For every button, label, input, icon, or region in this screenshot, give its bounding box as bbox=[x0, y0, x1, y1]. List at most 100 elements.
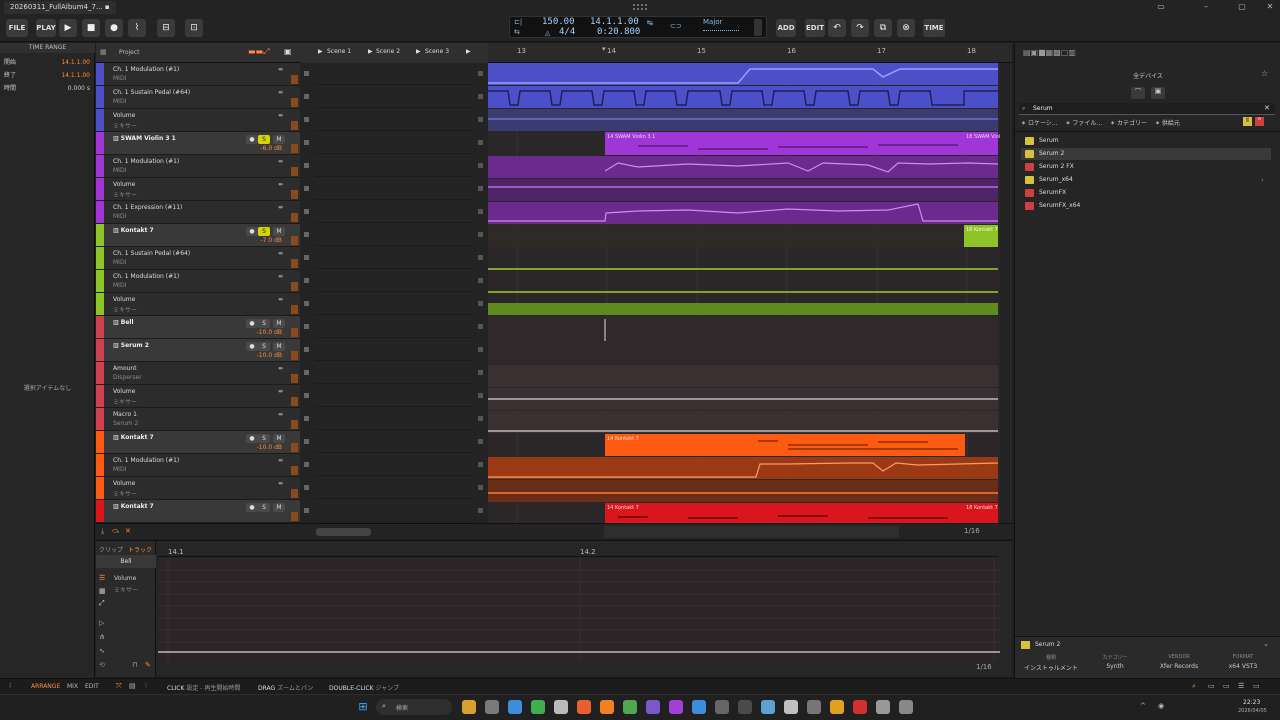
track-tab[interactable]: トラック bbox=[128, 545, 152, 554]
clip-stop-button[interactable] bbox=[304, 393, 309, 398]
swam-mod-lane[interactable] bbox=[488, 156, 998, 178]
record-icon[interactable]: ● bbox=[105, 19, 123, 37]
orange-mod-lane[interactable] bbox=[488, 457, 998, 479]
scene-stop-button[interactable] bbox=[478, 324, 483, 329]
record-arm-button[interactable]: ● bbox=[246, 227, 258, 236]
copy-icon[interactable]: ⧉ bbox=[874, 19, 892, 37]
automation-lane-header[interactable]: Ch. 1 Modulation (#1) MIDI ⇹ bbox=[96, 270, 300, 293]
mode-arrange[interactable]: ARRANGE bbox=[31, 683, 60, 690]
range-start-row[interactable]: 開始 14.1.1.00 bbox=[4, 57, 92, 68]
clip-stop-button[interactable] bbox=[304, 347, 309, 352]
scene-stop-button[interactable] bbox=[478, 301, 483, 306]
solo-button[interactable]: S bbox=[258, 227, 270, 236]
clip-slot[interactable] bbox=[315, 63, 473, 85]
clip-stop-button[interactable] bbox=[304, 301, 309, 306]
macro-lane[interactable] bbox=[488, 411, 998, 433]
clip-stop-button[interactable] bbox=[304, 508, 309, 513]
mode-mix[interactable]: MIX bbox=[67, 683, 78, 690]
taskbar-search[interactable]: ⌕ 検索 bbox=[376, 699, 452, 715]
lane-enable-toggle[interactable] bbox=[291, 512, 298, 521]
document-tab[interactable]: 20260311_FullAlbum4_7... ▪ bbox=[4, 1, 116, 14]
track-header[interactable]: ▥ Serum 2 ● S M -10.0 dB bbox=[96, 339, 300, 362]
clip-slot[interactable] bbox=[315, 339, 473, 361]
mute-button[interactable]: M bbox=[273, 319, 285, 328]
taskbar-app-icon[interactable] bbox=[853, 700, 867, 714]
arrange-icon[interactable]: ⤧ bbox=[116, 682, 122, 691]
taskbar-app-icon[interactable] bbox=[899, 700, 913, 714]
clip-slot[interactable] bbox=[315, 477, 473, 499]
browser-result-item[interactable]: SerumFX_x64 bbox=[1021, 200, 1271, 212]
clip-stop-button[interactable] bbox=[304, 209, 309, 214]
punch-icon[interactable]: ⊏| bbox=[514, 18, 522, 26]
mixer-icon[interactable]: ⫶ bbox=[145, 682, 147, 691]
settings-icon[interactable]: ▭ bbox=[1253, 682, 1260, 690]
scene-stop-button[interactable] bbox=[478, 370, 483, 375]
clip-stop-button[interactable] bbox=[304, 370, 309, 375]
lane-options-icon[interactable]: ⇹ bbox=[278, 480, 283, 487]
overdub-icon[interactable]: ⊟ bbox=[157, 19, 175, 37]
lane-enable-toggle[interactable] bbox=[291, 75, 298, 84]
lane-enable-toggle[interactable] bbox=[291, 98, 298, 107]
mute-button[interactable]: M bbox=[273, 135, 285, 144]
mute-button[interactable]: M bbox=[273, 342, 285, 351]
track-volume-db[interactable]: -6.0 dB bbox=[260, 145, 282, 152]
browser-result-item[interactable]: Serum_x64 bbox=[1021, 174, 1271, 186]
mic-icon[interactable]: ◉ bbox=[1158, 702, 1164, 710]
filter-file[interactable]: ✶ ファイル... bbox=[1065, 120, 1102, 127]
clip-stop-button[interactable] bbox=[304, 278, 309, 283]
lane-enable-toggle[interactable] bbox=[291, 397, 298, 406]
scene-2-play-icon[interactable]: ▶ bbox=[368, 48, 373, 55]
clip-stop-button[interactable] bbox=[304, 416, 309, 421]
scene-stop-button[interactable] bbox=[478, 439, 483, 444]
clip-stop-button[interactable] bbox=[304, 163, 309, 168]
clip-slot[interactable] bbox=[315, 293, 473, 315]
clip-stop-button[interactable] bbox=[304, 232, 309, 237]
list-icon[interactable]: ☰ bbox=[1238, 682, 1244, 690]
clip-slot[interactable] bbox=[315, 201, 473, 223]
lane-enable-toggle[interactable] bbox=[291, 443, 298, 452]
clip-slot[interactable] bbox=[315, 155, 473, 177]
scene-stop-button[interactable] bbox=[478, 508, 483, 513]
track-header[interactable]: ▥ Kontakt 7 ● S M bbox=[96, 500, 300, 523]
lane-enable-toggle[interactable] bbox=[291, 167, 298, 176]
clear-search-icon[interactable]: ✕ bbox=[1264, 104, 1270, 112]
loop-icon[interactable]: ⇆ bbox=[514, 28, 520, 36]
solo-button[interactable]: S bbox=[258, 319, 270, 328]
scene-2[interactable]: Scene 2 bbox=[376, 48, 400, 55]
grid-value[interactable]: 1/16 bbox=[964, 527, 980, 535]
lane-enable-toggle[interactable] bbox=[291, 489, 298, 498]
zoom-icon[interactable]: ⟲ bbox=[99, 661, 105, 669]
clip-slot[interactable] bbox=[315, 132, 473, 154]
scene-more-icon[interactable]: ▶ bbox=[466, 48, 471, 55]
file-button[interactable]: FILE bbox=[6, 19, 28, 37]
browser-search-icon[interactable]: ⌕ bbox=[1192, 682, 1196, 691]
mod-lane-1[interactable] bbox=[488, 63, 998, 85]
arranger-vscroll[interactable] bbox=[1000, 63, 1010, 523]
knife-icon[interactable]: ∿ bbox=[99, 647, 105, 655]
track-header[interactable]: ▥ Kontakt 7 ● S M -10.0 dB bbox=[96, 431, 300, 454]
clip-stop-button[interactable] bbox=[304, 324, 309, 329]
lane-enable-toggle[interactable] bbox=[291, 374, 298, 383]
close-x-icon[interactable]: ✕ bbox=[125, 527, 131, 535]
taskbar-app-icon[interactable] bbox=[462, 700, 476, 714]
scene-stop-button[interactable] bbox=[478, 393, 483, 398]
lane-options-icon[interactable]: ⇹ bbox=[278, 250, 283, 257]
grid-icon[interactable]: ▦ bbox=[99, 587, 106, 595]
lane-options-icon[interactable]: ⇹ bbox=[278, 273, 283, 280]
taskbar-app-icon[interactable] bbox=[761, 700, 775, 714]
clip-slot[interactable] bbox=[315, 454, 473, 476]
snap-icon[interactable]: ⊓ bbox=[132, 661, 137, 669]
clip-stop-button[interactable] bbox=[304, 186, 309, 191]
clip-stop-button[interactable] bbox=[304, 117, 309, 122]
clip-slot[interactable] bbox=[315, 316, 473, 338]
taskbar-app-icon[interactable] bbox=[531, 700, 545, 714]
clip-slot[interactable] bbox=[315, 270, 473, 292]
chevron-right-icon[interactable]: › bbox=[1261, 176, 1264, 184]
track-volume-db[interactable]: -7.0 dB bbox=[260, 237, 282, 244]
solo-button[interactable]: S bbox=[258, 342, 270, 351]
editor-ruler[interactable]: 14.1 14.2 bbox=[158, 547, 998, 557]
track-header[interactable]: ▥ Bell ● S M -10.0 dB bbox=[96, 316, 300, 339]
browser-result-item[interactable]: Serum 2 bbox=[1021, 148, 1271, 160]
scene-stop-button[interactable] bbox=[478, 232, 483, 237]
scene-3[interactable]: Scene 3 bbox=[425, 48, 449, 55]
